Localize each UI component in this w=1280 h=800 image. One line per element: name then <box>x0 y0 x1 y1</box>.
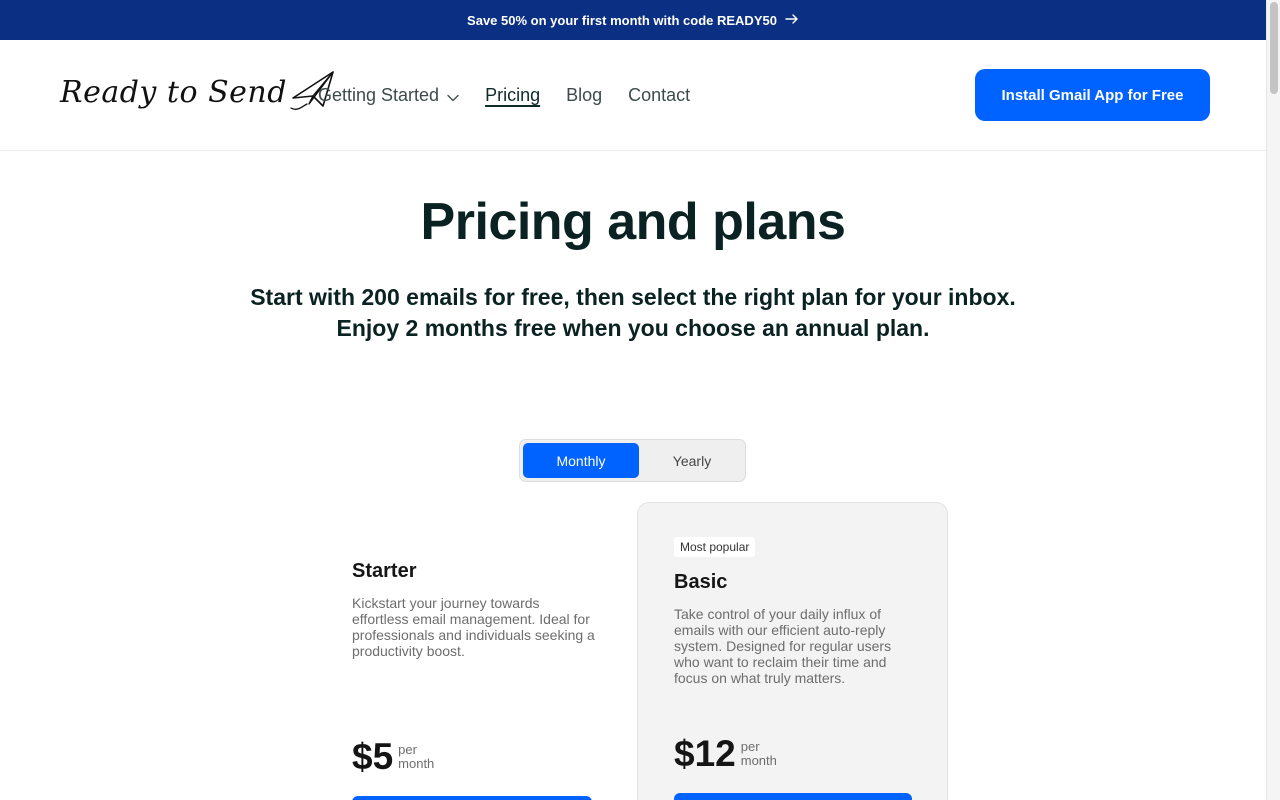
plan-card-basic: Most popular Basic Take control of your … <box>637 502 948 800</box>
nav-contact[interactable]: Contact <box>628 85 690 106</box>
toggle-monthly[interactable]: Monthly <box>523 443 639 478</box>
select-basic-button[interactable] <box>674 793 912 800</box>
chevron-down-icon <box>447 86 459 107</box>
logo-text: Ready to Send <box>60 75 287 110</box>
nav-getting-started-label: Getting Started <box>318 85 440 105</box>
price-period: per month <box>741 740 777 768</box>
billing-toggle: Monthly Yearly <box>519 439 746 482</box>
most-popular-badge: Most popular <box>674 537 756 557</box>
price-period-per: per <box>398 742 417 757</box>
nav-pricing[interactable]: Pricing <box>485 85 540 106</box>
toggle-yearly[interactable]: Yearly <box>641 443 743 478</box>
install-gmail-app-button[interactable]: Install Gmail App for Free <box>975 69 1210 121</box>
plan-price: $12 per month <box>674 735 777 772</box>
price-period-per: per <box>740 739 760 754</box>
select-starter-button[interactable] <box>352 796 592 800</box>
page-scrollbar[interactable] <box>1266 0 1280 800</box>
promo-text: Save 50% on your first month with code R… <box>467 12 777 28</box>
arrow-right-icon <box>785 12 799 29</box>
price-amount: $12 <box>674 733 736 774</box>
subtitle-line-2: Enjoy 2 months free when you choose an a… <box>336 315 930 341</box>
page: Save 50% on your first month with code R… <box>0 0 1266 800</box>
plan-description: Take control of your daily influx of ema… <box>674 606 892 686</box>
page-subtitle: Start with 200 emails for free, then sel… <box>0 282 1266 344</box>
plan-name: Basic <box>674 571 728 593</box>
nav-blog[interactable]: Blog <box>566 85 602 106</box>
scrollbar-thumb[interactable] <box>1270 2 1278 94</box>
page-title: Pricing and plans <box>420 193 846 251</box>
nav-pricing-label: Pricing <box>485 85 541 105</box>
plan-name: Starter <box>352 560 417 582</box>
price-period: per month <box>398 743 434 771</box>
nav-blog-label: Blog <box>566 85 603 105</box>
plan-description: Kickstart your journey towards effortles… <box>352 595 595 659</box>
site-header: Ready to Send Getting Started Pricing Bl… <box>0 40 1266 151</box>
logo[interactable]: Ready to Send <box>60 68 335 117</box>
price-period-month: month <box>740 753 777 768</box>
subtitle-line-1: Start with 200 emails for free, then sel… <box>250 284 1016 310</box>
promo-banner[interactable]: Save 50% on your first month with code R… <box>0 0 1266 40</box>
price-period-month: month <box>398 756 435 771</box>
price-amount: $5 <box>352 736 394 777</box>
nav-contact-label: Contact <box>628 85 691 105</box>
main-nav: Getting Started Pricing Blog Contact <box>318 84 716 107</box>
plan-price: $5 per month <box>352 738 434 775</box>
nav-getting-started[interactable]: Getting Started <box>318 84 459 107</box>
plan-card-starter: Starter Kickstart your journey towards e… <box>352 560 597 800</box>
